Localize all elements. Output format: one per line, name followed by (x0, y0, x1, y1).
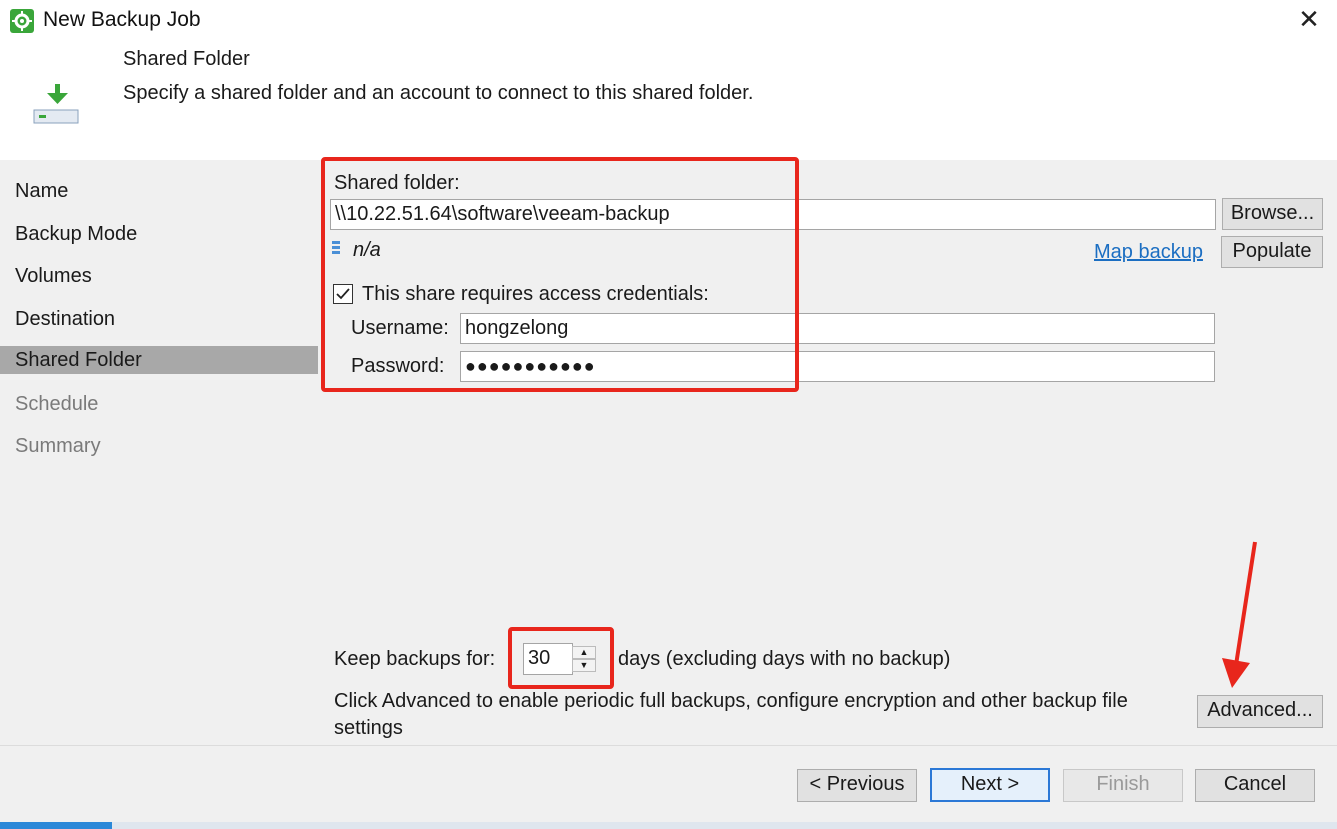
keep-backups-label: Keep backups for: (334, 648, 496, 670)
download-to-storage-icon (33, 80, 81, 128)
advanced-hint: Click Advanced to enable periodic full b… (334, 690, 1128, 739)
highlight-box-credentials (321, 157, 799, 392)
wizard-steps-sidebar: Name Backup Mode Volumes Destination Sha… (0, 160, 318, 745)
step-description: Specify a shared folder and an account t… (123, 82, 754, 104)
next-button[interactable]: Next > (930, 768, 1050, 802)
retention-suffix: days (excluding days with no backup) (618, 648, 951, 670)
map-backup-link[interactable]: Map backup (1094, 241, 1203, 264)
taskbar-accent (0, 822, 112, 829)
sidebar-item-volumes[interactable]: Volumes (0, 262, 318, 290)
sidebar-item-backup-mode[interactable]: Backup Mode (0, 220, 318, 248)
browse-button[interactable]: Browse... (1222, 198, 1323, 230)
sidebar-item-schedule: Schedule (15, 393, 99, 415)
sidebar-item-summary: Summary (15, 435, 101, 457)
sidebar-item-name[interactable]: Name (0, 177, 318, 205)
highlight-box-retention (508, 627, 614, 689)
populate-button[interactable]: Populate (1221, 236, 1323, 268)
advanced-button[interactable]: Advanced... (1197, 695, 1323, 728)
finish-button: Finish (1063, 769, 1183, 802)
veeam-gear-icon (10, 9, 34, 33)
window-title: New Backup Job (43, 8, 201, 31)
close-icon[interactable]: ✕ (1296, 6, 1322, 32)
annotation-arrow-icon (1222, 541, 1257, 688)
sidebar-item-shared-folder[interactable]: Shared Folder (0, 346, 318, 374)
step-title: Shared Folder (123, 48, 250, 70)
taskbar-strip (0, 822, 1337, 829)
previous-button[interactable]: < Previous (797, 769, 917, 802)
sidebar-item-destination[interactable]: Destination (0, 305, 318, 333)
cancel-button[interactable]: Cancel (1195, 769, 1315, 802)
